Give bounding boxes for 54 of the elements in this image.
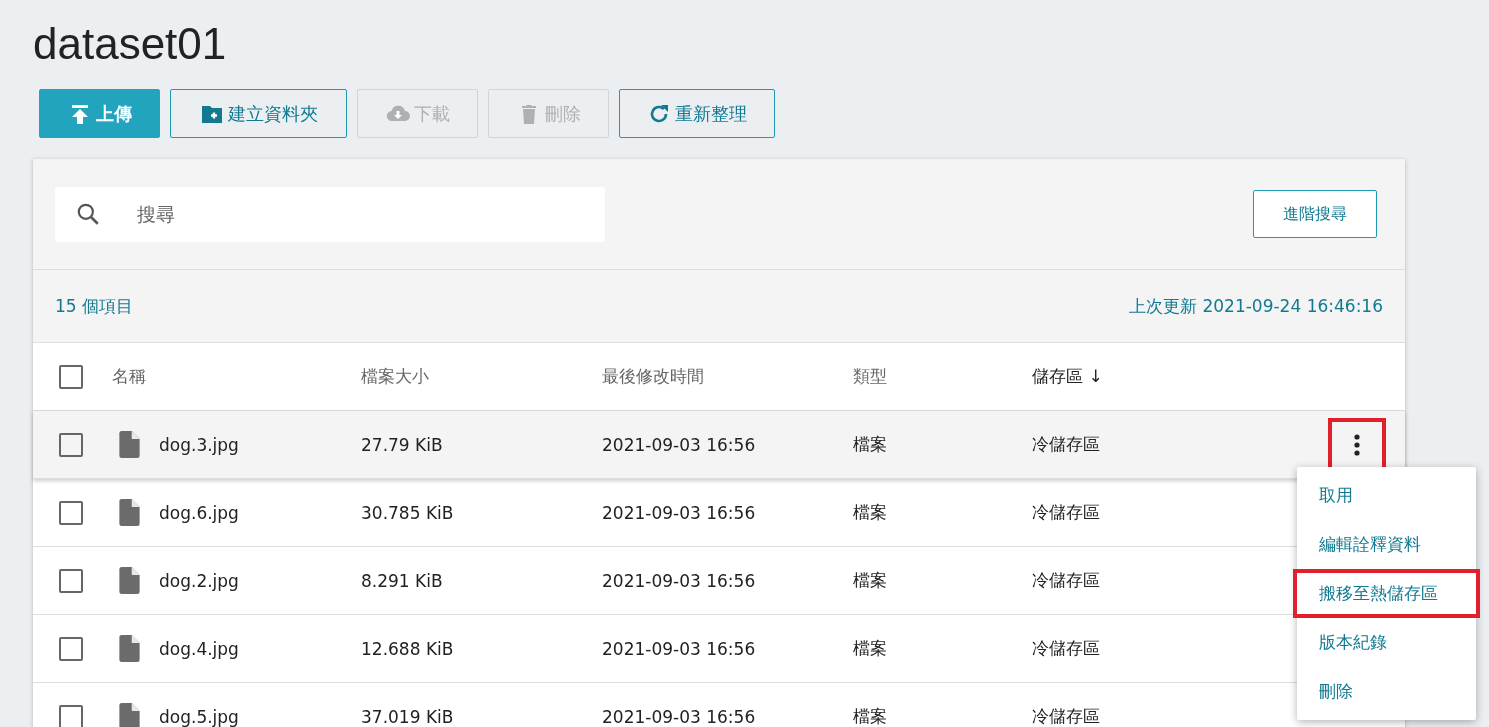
file-icon <box>118 635 141 662</box>
item-count: 15 個項目 <box>55 294 134 318</box>
row-checkbox[interactable] <box>59 636 83 661</box>
file-size: 12.688 KiB <box>361 638 454 659</box>
file-type: 檔案 <box>853 638 887 658</box>
file-name[interactable]: dog.5.jpg <box>159 706 239 727</box>
storage-label: 冷儲存區 <box>1032 502 1100 522</box>
file-name[interactable]: dog.3.jpg <box>159 434 239 455</box>
kebab-icon <box>1354 433 1360 456</box>
menu-item[interactable]: 刪除 <box>1297 667 1476 716</box>
file-name[interactable]: dog.4.jpg <box>159 638 239 659</box>
file-icon <box>118 431 141 458</box>
modified-time: 2021-09-03 16:56 <box>602 638 756 659</box>
file-type: 檔案 <box>853 502 887 522</box>
column-header[interactable]: 類型 <box>853 366 887 386</box>
column-header[interactable]: 最後修改時間 <box>602 366 704 386</box>
upload-button[interactable]: 上傳 <box>39 89 160 138</box>
folder-button[interactable]: 建立資料夾 <box>170 89 347 138</box>
storage-label: 冷儲存區 <box>1032 434 1100 454</box>
refresh-button[interactable]: 重新整理 <box>619 89 775 138</box>
page-title: dataset01 <box>33 18 227 70</box>
storage-label: 冷儲存區 <box>1032 706 1100 726</box>
file-type: 檔案 <box>853 570 887 590</box>
file-icon <box>118 567 141 594</box>
last-updated: 上次更新 2021-09-24 16:46:16 <box>1129 294 1383 318</box>
file-icon <box>118 499 141 526</box>
menu-item[interactable]: 版本紀錄 <box>1297 618 1476 667</box>
file-type: 檔案 <box>853 434 887 454</box>
row-checkbox[interactable] <box>59 704 83 727</box>
file-size: 8.291 KiB <box>361 570 443 591</box>
file-name[interactable]: dog.2.jpg <box>159 570 239 591</box>
file-size: 37.019 KiB <box>361 706 454 727</box>
menu-item[interactable]: 搬移至熱儲存區 <box>1293 569 1480 618</box>
row-checkbox[interactable] <box>59 568 83 593</box>
modified-time: 2021-09-03 16:56 <box>602 706 756 727</box>
column-header[interactable]: 檔案大小 <box>361 366 429 386</box>
advanced-search-button[interactable]: 進階搜尋 <box>1253 190 1377 238</box>
menu-item[interactable]: 取用 <box>1297 471 1476 520</box>
column-header[interactable]: 儲存區 ↓ <box>1032 366 1103 386</box>
file-size: 30.785 KiB <box>361 502 454 523</box>
file-size: 27.79 KiB <box>361 434 443 455</box>
row-checkbox[interactable] <box>59 500 83 525</box>
file-name[interactable]: dog.6.jpg <box>159 502 239 523</box>
menu-item[interactable]: 編輯詮釋資料 <box>1297 520 1476 569</box>
column-header[interactable]: 名稱 <box>112 365 146 388</box>
modified-time: 2021-09-03 16:56 <box>602 502 756 523</box>
storage-label: 冷儲存區 <box>1032 570 1100 590</box>
search-field[interactable]: 搜尋 <box>55 186 605 242</box>
row-checkbox[interactable] <box>59 432 83 457</box>
select-all-checkbox[interactable] <box>59 364 83 389</box>
modified-time: 2021-09-03 16:56 <box>602 570 756 591</box>
storage-label: 冷儲存區 <box>1032 638 1100 658</box>
file-type: 檔案 <box>853 706 887 726</box>
modified-time: 2021-09-03 16:56 <box>602 434 756 455</box>
